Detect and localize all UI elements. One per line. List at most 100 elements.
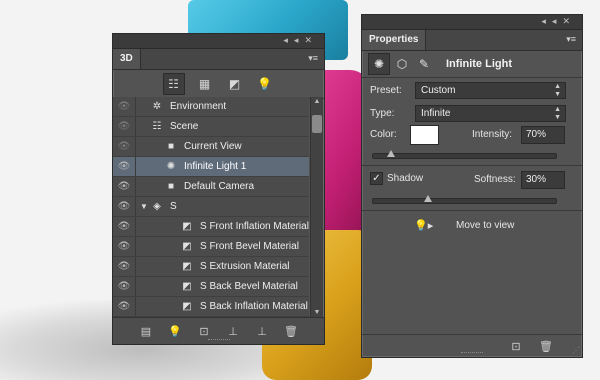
close-icon[interactable]: ✕	[562, 16, 576, 26]
properties-bottom-bar: ⊡ 🗑 ⋰	[362, 334, 582, 357]
scene-icon: ☷	[152, 121, 162, 132]
softness-field[interactable]: 30%	[521, 171, 565, 189]
material-icon: ◩	[182, 301, 192, 312]
softness-slider-knob[interactable]	[423, 195, 432, 202]
environment-icon: ✲	[152, 101, 162, 112]
material-icon: ◩	[182, 221, 192, 232]
light-filter-icon[interactable]: 💡	[255, 74, 275, 94]
collapse-icon[interactable]: ◂◂	[541, 16, 562, 26]
select-arrows-icon: ▲ ▼	[554, 106, 561, 121]
panel-menu-icon[interactable]: ▾≡	[308, 53, 318, 64]
tree-row-scene[interactable]: 👁 ☷ Scene	[113, 117, 309, 137]
material-filter-icon[interactable]: ◩	[225, 74, 245, 94]
intensity-field[interactable]: 70%	[521, 126, 565, 144]
light-mode-icon[interactable]: ✺	[368, 53, 390, 75]
tree-row-mesh-s[interactable]: 👁 ▼ ◈ S	[113, 197, 309, 217]
infinite-light-icon: ✺	[166, 161, 176, 172]
coordinates-icon[interactable]: ⬡	[392, 54, 412, 74]
trash-icon[interactable]: 🗑	[283, 323, 299, 339]
visibility-eye-icon[interactable]: 👁	[113, 237, 136, 256]
divider	[362, 165, 582, 166]
filter-bar: ☷ ▦ ◩ 💡	[113, 70, 324, 99]
visibility-eye-icon[interactable]: 👁	[113, 97, 136, 116]
row-label: Infinite Light 1	[184, 161, 247, 172]
tree-row-infinite-light[interactable]: 👁 ✺ Infinite Light 1	[113, 157, 309, 177]
type-select[interactable]: Infinite ▲ ▼	[415, 105, 566, 122]
tree-row-current-view[interactable]: 👁 ■ Current View	[113, 137, 309, 157]
camera-icon: ■	[167, 141, 175, 152]
intensity-slider[interactable]	[372, 150, 557, 159]
tab-properties[interactable]: Properties	[362, 30, 427, 50]
properties-title: Infinite Light	[446, 58, 512, 70]
scene-filter-icon[interactable]: ☷	[162, 73, 185, 95]
row-label: S	[170, 201, 177, 212]
scroll-thumb[interactable]	[312, 115, 322, 133]
visibility-eye-icon[interactable]: 👁	[113, 117, 136, 136]
tree-row-material[interactable]: 👁 ◩ S Front Bevel Material	[113, 237, 309, 257]
row-label: Default Camera	[184, 181, 255, 192]
tree-row-environment[interactable]: 👁 ✲ Environment	[113, 97, 309, 117]
tree-row-material[interactable]: 👁 ◩ S Extrusion Material	[113, 257, 309, 277]
softness-slider[interactable]	[372, 195, 557, 204]
3d-bottom-toolbar: ▤ 💡 ⊡ ⊥ ⊥ 🗑	[113, 317, 324, 344]
brush-icon[interactable]: ✎	[414, 54, 434, 74]
visibility-eye-icon[interactable]: 👁	[113, 277, 136, 296]
resize-corner-icon[interactable]: ⋰	[572, 346, 580, 355]
type-row: Type: Infinite ▲ ▼	[362, 104, 582, 124]
preset-label: Preset:	[370, 85, 402, 96]
shadow-label: Shadow	[387, 173, 424, 184]
add-light-icon[interactable]: 💡	[167, 323, 183, 339]
visibility-eye-icon[interactable]: 👁	[113, 177, 136, 196]
row-label: S Front Inflation Material	[200, 221, 309, 232]
visibility-eye-icon[interactable]: 👁	[113, 157, 136, 176]
shadow-icon[interactable]: ⊥	[254, 323, 270, 339]
collapse-icon[interactable]: ◂◂	[283, 35, 304, 45]
row-label: S Back Inflation Material	[200, 301, 308, 312]
camera-icon: ■	[167, 181, 175, 192]
mesh-filter-icon[interactable]: ▦	[195, 74, 215, 94]
filter-icon[interactable]: ▤	[138, 323, 154, 339]
color-intensity-row: Color: Intensity: 70%	[362, 125, 582, 145]
visibility-eye-icon[interactable]: 👁	[113, 197, 136, 216]
material-icon: ◩	[182, 241, 192, 252]
visibility-eye-icon[interactable]: 👁	[113, 257, 136, 276]
move-to-view-icon[interactable]: 💡▸	[414, 219, 438, 235]
resize-grip[interactable]	[461, 352, 483, 355]
material-icon: ◩	[182, 261, 192, 272]
tree-row-material[interactable]: 👁 ◩ S Front Inflation Material	[113, 217, 309, 237]
color-swatch[interactable]	[410, 125, 439, 145]
panel-tab-row: 3D ▾≡	[113, 49, 324, 70]
properties-panel: ◂◂✕ Properties ▾≡ ✺ ⬡ ✎ Infinite Light P…	[361, 14, 583, 358]
panel-titlebar: ◂◂✕	[362, 15, 582, 30]
panel-titlebar: ◂◂✕	[113, 34, 324, 49]
shadow-checkbox[interactable]: ✓	[370, 172, 383, 185]
tree-scrollbar[interactable]: ▲ ▼	[310, 97, 323, 317]
resize-grip[interactable]	[207, 339, 230, 342]
panel-tab-row: Properties ▾≡	[362, 30, 582, 51]
visibility-eye-icon[interactable]: 👁	[113, 217, 136, 236]
add-mesh-icon[interactable]: ⊡	[196, 323, 212, 339]
select-arrows-icon: ▲ ▼	[554, 83, 561, 98]
preset-select[interactable]: Custom ▲ ▼	[415, 82, 566, 99]
panel-menu-icon[interactable]: ▾≡	[566, 34, 576, 45]
scroll-down-icon[interactable]: ▼	[311, 309, 323, 316]
color-label: Color:	[370, 129, 397, 140]
type-label: Type:	[370, 108, 395, 119]
tab-3d[interactable]: 3D	[113, 49, 141, 69]
tree-row-default-camera[interactable]: 👁 ■ Default Camera	[113, 177, 309, 197]
render-icon[interactable]: ⊡	[508, 338, 524, 354]
intensity-slider-knob[interactable]	[387, 150, 396, 157]
close-icon[interactable]: ✕	[304, 35, 318, 45]
visibility-eye-icon[interactable]: 👁	[113, 297, 136, 316]
render-icon[interactable]: ⊥	[225, 323, 241, 339]
material-icon: ◩	[182, 281, 192, 292]
move-to-view-label[interactable]: Move to view	[456, 220, 514, 231]
layer-tree: 👁 ✲ Environment 👁 ☷ Scene 👁 ■ Current Vi…	[113, 97, 309, 317]
visibility-eye-icon[interactable]: 👁	[113, 137, 136, 156]
preset-row: Preset: Custom ▲ ▼	[362, 81, 582, 101]
trash-icon[interactable]: 🗑	[538, 338, 554, 354]
tree-row-material[interactable]: 👁 ◩ S Back Bevel Material	[113, 277, 309, 297]
scroll-up-icon[interactable]: ▲	[311, 98, 323, 105]
tree-row-material[interactable]: 👁 ◩ S Back Inflation Material	[113, 297, 309, 317]
expand-triangle-icon[interactable]: ▼	[140, 202, 150, 211]
